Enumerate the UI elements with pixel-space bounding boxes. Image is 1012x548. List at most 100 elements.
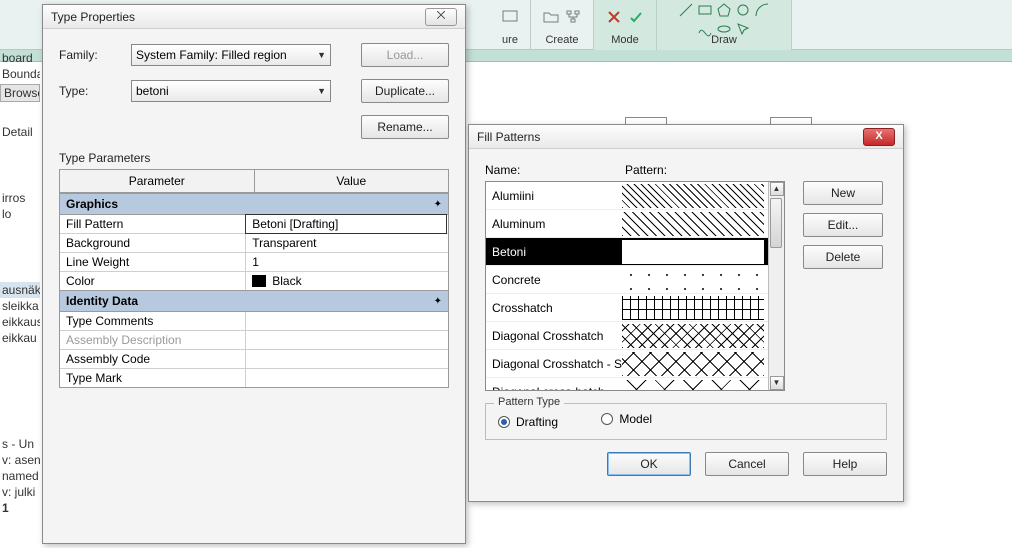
- table-row[interactable]: BackgroundTransparent: [60, 234, 448, 253]
- pattern-list-item[interactable]: Diagonal cross-hatch: [486, 378, 768, 390]
- dialog-titlebar[interactable]: Type Properties ⨉: [43, 5, 465, 29]
- pattern-list-item[interactable]: Diagonal Crosshatch - S: [486, 350, 768, 378]
- collapse-icon: ✦: [434, 296, 442, 307]
- param-value[interactable]: Black: [246, 272, 448, 290]
- pattern-name: Diagonal Crosshatch - S: [486, 357, 622, 371]
- color-swatch: [252, 275, 266, 287]
- pattern-list-item[interactable]: Crosshatch: [486, 294, 768, 322]
- finish-icon[interactable]: [628, 9, 644, 25]
- pattern-preview: [622, 324, 764, 348]
- radio-icon: [498, 416, 510, 428]
- tree-icon[interactable]: [565, 9, 581, 25]
- param-value[interactable]: [246, 312, 448, 330]
- collapse-icon: ✦: [434, 199, 442, 210]
- close-button[interactable]: ⨉: [425, 8, 457, 26]
- table-row[interactable]: ColorBlack: [60, 272, 448, 290]
- duplicate-button[interactable]: Duplicate...: [361, 79, 449, 103]
- ribbon-panel-label: Draw: [669, 34, 779, 48]
- folder-icon[interactable]: [543, 9, 559, 25]
- pattern-name: Diagonal Crosshatch: [486, 329, 622, 343]
- col-value[interactable]: Value: [255, 170, 449, 192]
- family-label: Family:: [59, 48, 119, 62]
- col-parameter[interactable]: Parameter: [60, 170, 255, 192]
- group-identity[interactable]: Identity Data ✦: [60, 290, 448, 312]
- frag: ausnäk: [0, 282, 40, 298]
- ribbon-panel-draw: Draw: [657, 0, 792, 50]
- help-button[interactable]: Help: [803, 452, 887, 476]
- type-parameters-label: Type Parameters: [59, 151, 449, 165]
- param-value[interactable]: Betoni [Drafting]: [245, 214, 447, 234]
- load-button[interactable]: Load...: [361, 43, 449, 67]
- drafting-radio[interactable]: Drafting: [498, 415, 558, 429]
- frag: 1: [0, 500, 40, 516]
- pattern-type-group: Pattern Type Drafting Model: [485, 403, 887, 440]
- browser-header[interactable]: Browse: [0, 84, 40, 102]
- scroll-up-button[interactable]: ▲: [770, 182, 784, 196]
- table-row[interactable]: Type Mark: [60, 369, 448, 387]
- pattern-type-label: Pattern Type: [494, 396, 564, 408]
- param-value[interactable]: [246, 331, 448, 349]
- pattern-list-item[interactable]: Betoni: [486, 238, 768, 266]
- ribbon-panel-ure: ure: [490, 0, 531, 50]
- type-properties-dialog: Type Properties ⨉ Family: System Family:…: [42, 4, 466, 544]
- dialog-titlebar[interactable]: Fill Patterns X: [469, 125, 903, 149]
- delete-button[interactable]: Delete: [803, 245, 883, 269]
- type-combo[interactable]: betoni ▼: [131, 80, 331, 102]
- frag: v: julki: [0, 484, 40, 500]
- param-value[interactable]: 1: [246, 253, 448, 271]
- family-combo[interactable]: System Family: Filled region ▼: [131, 44, 331, 66]
- frag: eikkaus: [0, 314, 40, 330]
- pattern-name: Diagonal cross-hatch: [486, 385, 622, 391]
- scroll-down-button[interactable]: ▼: [770, 376, 784, 390]
- circle-icon[interactable]: [735, 2, 751, 18]
- param-value[interactable]: Transparent: [246, 234, 448, 252]
- close-button[interactable]: X: [863, 128, 895, 146]
- param-value[interactable]: [246, 369, 448, 387]
- polygon-icon[interactable]: [716, 2, 732, 18]
- ribbon-panel-mode: Mode: [594, 0, 657, 50]
- param-name: Background: [60, 234, 246, 252]
- line-icon[interactable]: [678, 2, 694, 18]
- rename-button[interactable]: Rename...: [361, 115, 449, 139]
- pattern-preview: [622, 380, 764, 391]
- param-name: Type Mark: [60, 369, 246, 387]
- fill-patterns-dialog: Fill Patterns X Name: Pattern: AlumiiniA…: [468, 124, 904, 502]
- pattern-list-item[interactable]: Aluminum: [486, 210, 768, 238]
- pattern-preview: [622, 212, 764, 236]
- cancel-button[interactable]: Cancel: [705, 452, 789, 476]
- pattern-preview: [622, 296, 764, 320]
- panel-icon[interactable]: [502, 9, 518, 25]
- pattern-list-item[interactable]: Diagonal Crosshatch: [486, 322, 768, 350]
- chevron-down-icon: ▼: [317, 86, 326, 96]
- chevron-down-icon: ▼: [317, 50, 326, 60]
- table-row[interactable]: Fill PatternBetoni [Drafting]: [60, 215, 448, 234]
- rect-icon[interactable]: [697, 2, 713, 18]
- ribbon: ure Create Mode Draw: [490, 0, 792, 50]
- cancel-icon[interactable]: [606, 9, 622, 25]
- model-radio[interactable]: Model: [601, 412, 652, 426]
- table-row[interactable]: Assembly Description: [60, 331, 448, 350]
- new-button[interactable]: New: [803, 181, 883, 205]
- arc-icon[interactable]: [754, 2, 770, 18]
- table-row[interactable]: Type Comments: [60, 312, 448, 331]
- type-parameters-grid: Parameter Value Graphics ✦ Fill PatternB…: [59, 169, 449, 388]
- pattern-preview: [622, 184, 764, 208]
- frag: board: [0, 50, 40, 66]
- pattern-list-item[interactable]: Concrete: [486, 266, 768, 294]
- pattern-list[interactable]: AlumiiniAluminumBetoniConcrete Crosshatch…: [485, 181, 785, 391]
- table-row[interactable]: Assembly Code: [60, 350, 448, 369]
- scrollbar[interactable]: ▲ ▼: [768, 182, 784, 390]
- param-value[interactable]: [246, 350, 448, 368]
- ok-button[interactable]: OK: [607, 452, 691, 476]
- param-name: Assembly Description: [60, 331, 246, 349]
- pattern-list-item[interactable]: Alumiini: [486, 182, 768, 210]
- edit-button[interactable]: Edit...: [803, 213, 883, 237]
- param-name: Color: [60, 272, 246, 290]
- ribbon-panel-label: Mode: [606, 34, 644, 48]
- group-graphics[interactable]: Graphics ✦: [60, 193, 448, 215]
- pattern-label: Pattern:: [625, 163, 667, 177]
- table-row[interactable]: Line Weight1: [60, 253, 448, 272]
- type-value: betoni: [136, 84, 169, 98]
- scroll-thumb[interactable]: [770, 198, 782, 248]
- pattern-name: Crosshatch: [486, 301, 622, 315]
